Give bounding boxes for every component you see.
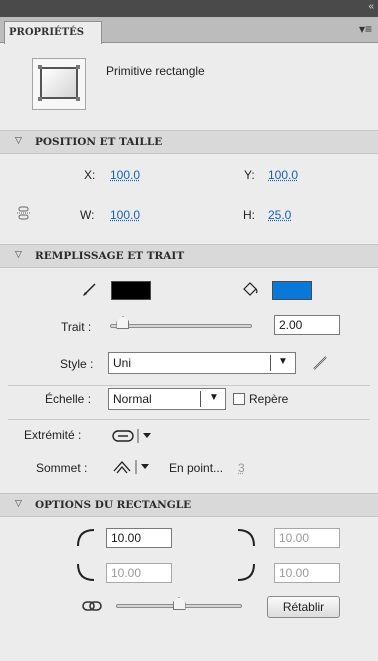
rectangle-preview (40, 67, 78, 99)
stroke-width-slider-thumb[interactable] (116, 316, 130, 329)
stroke-color-swatch[interactable] (111, 281, 151, 300)
collapse-panel-button[interactable]: « (368, 1, 373, 12)
collapse-triangle-icon: ▽ (15, 250, 22, 260)
section-title: POSITION ET TAILLE (35, 136, 163, 148)
stroke-width-slider[interactable] (110, 324, 252, 328)
dropdown-separator (270, 355, 271, 371)
collapse-triangle-icon: ▽ (15, 136, 22, 146)
echelle-label: Échelle : (45, 392, 92, 406)
trait-label: Trait : (61, 320, 92, 334)
section-fill-stroke-header[interactable]: ▽ REMPLISSAGE ET TRAIT (0, 244, 378, 268)
sommet-label: Sommet : (36, 461, 88, 475)
corner-handle (76, 65, 80, 69)
y-label: Y: (244, 168, 255, 182)
reset-button[interactable]: Rétablir (267, 596, 340, 618)
repere-checkbox[interactable] (233, 393, 245, 405)
rectangle-primitive-thumbnail (32, 58, 86, 110)
corner-radius-slider-thumb[interactable] (172, 597, 186, 610)
extremite-label: Extrémité : (24, 428, 82, 442)
scale-value: Normal (113, 392, 152, 406)
corner-handle (76, 97, 80, 101)
stroke-style-value: Uni (113, 356, 132, 370)
corner-handle (38, 65, 42, 69)
section-rect-options-header[interactable]: ▽ OPTIONS DU RECTANGLE (0, 493, 378, 517)
chevron-down-icon: ▼ (278, 356, 288, 367)
section-position-size-header[interactable]: ▽ POSITION ET TAILLE (0, 130, 378, 154)
dropdown-separator (200, 391, 201, 407)
section-title: OPTIONS DU RECTANGLE (35, 499, 192, 511)
section-title: REMPLISSAGE ET TRAIT (35, 250, 185, 262)
miter-label: En point... (169, 461, 224, 475)
w-value[interactable]: 100.0 (110, 208, 140, 222)
stroke-width-input[interactable]: 2.00 (274, 315, 340, 335)
corner-radius-bottom-left-input[interactable]: 10.00 (106, 563, 172, 583)
h-value[interactable]: 25.0 (268, 208, 291, 222)
fill-color-swatch[interactable] (272, 281, 312, 300)
corner-bottom-left-icon (76, 562, 96, 582)
corner-radius-top-right-input[interactable]: 10.00 (274, 528, 340, 548)
h-label: H: (243, 208, 255, 222)
pencil-stroke-icon (82, 281, 98, 297)
x-label: X: (84, 168, 96, 182)
style-label: Style : (60, 357, 94, 371)
corner-bottom-right-icon (236, 562, 256, 582)
w-label: W: (80, 208, 95, 222)
divider (8, 385, 370, 386)
object-type-label: Primitive rectangle (106, 64, 205, 78)
tab-properties[interactable]: PROPRIÉTÉS (4, 21, 102, 44)
link-corners-icon[interactable] (82, 600, 102, 612)
miter-value[interactable]: 3 (238, 461, 245, 475)
panel-top-strip: « (0, 0, 378, 17)
x-value[interactable]: 100.0 (110, 168, 140, 182)
corner-top-left-icon (76, 528, 96, 548)
panel-tab-bar: PROPRIÉTÉS ▾≡ (0, 17, 378, 44)
lock-proportions-icon[interactable] (16, 205, 32, 221)
cap-style-dropdown[interactable] (112, 428, 160, 444)
scale-dropdown[interactable]: Normal ▼ (108, 388, 226, 410)
divider (8, 419, 370, 420)
repere-label: Repère (249, 392, 289, 406)
corner-radius-top-left-input[interactable]: 10.00 (106, 528, 172, 548)
corner-handle (38, 97, 42, 101)
join-style-dropdown[interactable] (112, 459, 160, 475)
corner-top-right-icon (236, 528, 256, 548)
panel-menu-icon[interactable]: ▾≡ (359, 22, 372, 36)
collapse-triangle-icon: ▽ (15, 499, 22, 509)
y-value[interactable]: 100.0 (268, 168, 298, 182)
stroke-style-dropdown[interactable]: Uni ▼ (108, 352, 296, 374)
paint-bucket-icon (242, 280, 260, 296)
edit-stroke-style-icon[interactable] (311, 355, 329, 371)
corner-radius-bottom-right-input[interactable]: 10.00 (274, 563, 340, 583)
chevron-down-icon: ▼ (209, 392, 219, 403)
